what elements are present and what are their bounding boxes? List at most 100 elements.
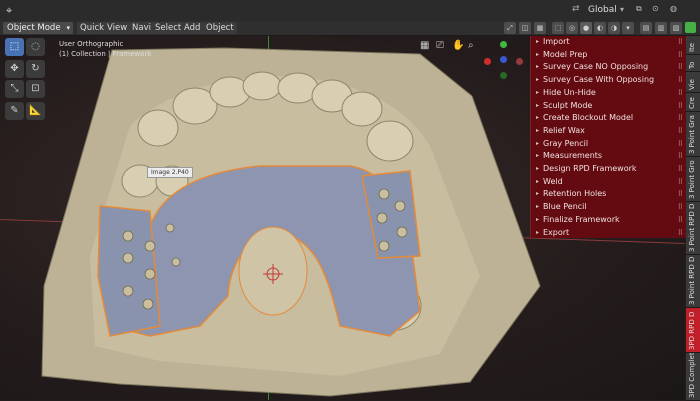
- overlay-icon[interactable]: ◫: [519, 22, 531, 34]
- viewport-gizmo-icon[interactable]: ⤢: [504, 22, 516, 34]
- annotate-tool[interactable]: ✎: [5, 102, 24, 120]
- transform-tool[interactable]: ⊡: [26, 80, 45, 98]
- panel-design-rpd-framework[interactable]: ▸ Design RPD Framework ⠿: [531, 163, 686, 175]
- drag-handle-icon[interactable]: ⠿: [678, 100, 683, 112]
- panel-blue-pencil[interactable]: ▸ Blue Pencil ⠿: [531, 201, 686, 213]
- chevron-right-icon: ▸: [536, 114, 540, 122]
- snap-icon[interactable]: ⧉: [636, 4, 642, 14]
- zoom-icon[interactable]: ⌕: [468, 40, 480, 52]
- drag-handle-icon[interactable]: ⠿: [678, 176, 683, 188]
- panel-gray-pencil[interactable]: ▸ Gray Pencil ⠿: [531, 138, 686, 150]
- transform-orientation-dropdown[interactable]: Global: [588, 5, 617, 15]
- proportional-icon[interactable]: ⊙: [652, 4, 659, 13]
- tab-3-point-rpd-d-2[interactable]: 3 Point RPD D: [686, 255, 700, 308]
- chevron-right-icon: ▸: [536, 152, 540, 160]
- gizmo-toggle-icon[interactable]: ▧: [670, 22, 682, 34]
- panel-label: Survey Case With Opposing: [543, 75, 655, 85]
- rendered-shading-icon[interactable]: ◑: [608, 22, 620, 34]
- panel-hide-unhide[interactable]: ▸ Hide Un-Hide ⠿: [531, 87, 686, 99]
- tab-item[interactable]: Ite: [686, 36, 700, 55]
- chevron-right-icon: ▸: [536, 190, 540, 198]
- xray-icon[interactable]: ▦: [534, 22, 546, 34]
- chevron-right-icon: ▸: [536, 228, 540, 236]
- gizmo-neg-x-dot[interactable]: [516, 58, 523, 65]
- tab-3-point-gro[interactable]: 3 Point Gro: [686, 157, 700, 202]
- pan-hand-icon[interactable]: ✋: [452, 40, 464, 52]
- panel-relief-wax[interactable]: ▸ Relief Wax ⠿: [531, 125, 686, 137]
- menu-add[interactable]: Add: [181, 22, 204, 34]
- tab-label: 3PD RPD D: [688, 311, 696, 350]
- menu-object[interactable]: Object: [203, 22, 237, 34]
- overlay-toggle-icon[interactable]: ▥: [655, 22, 667, 34]
- drag-handle-icon[interactable]: ⠿: [678, 201, 683, 213]
- camera-icon[interactable]: ⬚: [552, 22, 564, 34]
- xray-toggle-icon[interactable]: ▤: [640, 22, 652, 34]
- scale-tool[interactable]: ⤡: [5, 80, 24, 98]
- drag-handle-icon[interactable]: ⠿: [678, 74, 683, 86]
- menu-quick[interactable]: Quick: [77, 22, 108, 34]
- panel-weld[interactable]: ▸ Weld ⠿: [531, 176, 686, 188]
- drag-handle-icon[interactable]: ⠿: [678, 112, 683, 124]
- options-icon[interactable]: ◍: [670, 4, 677, 13]
- mode-dropdown[interactable]: Object Mode ▾: [3, 22, 73, 34]
- grid-icon[interactable]: ▦: [420, 40, 432, 52]
- drag-handle-icon[interactable]: ⠿: [678, 125, 683, 137]
- material-shading-icon[interactable]: ◐: [594, 22, 606, 34]
- wireframe-shading-icon[interactable]: ◎: [566, 22, 578, 34]
- top-toolbar: ⌖ ⇄ Global ▾ ⧉ ⊙ ◍: [0, 0, 700, 21]
- editor-type-icon[interactable]: [685, 22, 696, 33]
- drag-handle-icon[interactable]: ⠿: [678, 214, 683, 226]
- gizmo-x-dot[interactable]: [484, 58, 491, 65]
- menu-view[interactable]: View: [104, 22, 131, 34]
- gizmo-z-dot[interactable]: [500, 56, 507, 63]
- drag-handle-icon[interactable]: ⠿: [678, 227, 683, 239]
- view-name: User Orthographic: [59, 40, 124, 48]
- tab-3pd-complete-an[interactable]: 3PD Complete An: [686, 353, 700, 401]
- tab-3-point-gra[interactable]: 3 Point Gra: [686, 112, 700, 157]
- move-tool[interactable]: ✥: [5, 60, 24, 78]
- drag-handle-icon[interactable]: ⠿: [678, 87, 683, 99]
- measure-tool[interactable]: 📐: [26, 102, 45, 120]
- gizmo-y-dot[interactable]: [500, 41, 507, 48]
- tab-tool[interactable]: To: [686, 55, 700, 72]
- shading-options-icon[interactable]: ▾: [622, 22, 634, 34]
- drag-handle-icon[interactable]: ⠿: [678, 163, 683, 175]
- panel-finalize-framework[interactable]: ▸ Finalize Framework ⠿: [531, 214, 686, 226]
- panel-survey-case-with-opposing[interactable]: ▸ Survey Case With Opposing ⠿: [531, 74, 686, 86]
- panel-label: Import: [543, 37, 570, 46]
- gizmo-neg-y-dot[interactable]: [500, 72, 507, 79]
- panel-retention-holes[interactable]: ▸ Retention Holes ⠿: [531, 188, 686, 200]
- drag-handle-icon[interactable]: ⠿: [678, 36, 683, 48]
- panel-label: Measurements: [543, 151, 603, 161]
- cursor-tool-icon[interactable]: ⌖: [6, 4, 12, 18]
- drag-handle-icon[interactable]: ⠿: [678, 61, 683, 73]
- drag-handle-icon[interactable]: ⠿: [678, 49, 683, 61]
- panel-sculpt-mode[interactable]: ▸ Sculpt Mode ⠿: [531, 100, 686, 112]
- chevron-down-icon: ▾: [620, 5, 625, 14]
- select-box-tool[interactable]: ⬚: [5, 38, 24, 56]
- panel-export[interactable]: ▸ Export ⠿: [531, 227, 686, 239]
- select-circle-tool[interactable]: ◌: [26, 38, 45, 56]
- tab-view[interactable]: Vie: [686, 72, 700, 93]
- panel-label: Survey Case NO Opposing: [543, 62, 649, 72]
- panel-label: Hide Un-Hide: [543, 87, 596, 97]
- menu-navi[interactable]: Navi: [129, 22, 154, 34]
- tab-3pd-rpd-d[interactable]: 3PD RPD D: [686, 308, 700, 353]
- tab-3-point-rpd-d-1[interactable]: 3 Point RPD D: [686, 202, 700, 255]
- orientation-gizmo[interactable]: [482, 38, 526, 82]
- panel-measurements[interactable]: ▸ Measurements ⠿: [531, 150, 686, 162]
- panel-create-blockout-model[interactable]: ▸ Create Blockout Model ⠿: [531, 112, 686, 124]
- panel-label: Relief Wax: [543, 125, 585, 135]
- collection-info: (1) Collection | Framework: [59, 50, 152, 58]
- drag-handle-icon[interactable]: ⠿: [678, 150, 683, 162]
- menu-select[interactable]: Select: [152, 22, 185, 34]
- panel-model-prep[interactable]: ▸ Model Prep ⠿: [531, 49, 686, 61]
- rotate-tool[interactable]: ↻: [26, 60, 45, 78]
- drag-handle-icon[interactable]: ⠿: [678, 138, 683, 150]
- tab-create[interactable]: Cre: [686, 93, 700, 112]
- camera-view-icon[interactable]: ⎚: [436, 40, 448, 52]
- panel-survey-case-no-opposing[interactable]: ▸ Survey Case NO Opposing ⠿: [531, 61, 686, 73]
- solid-shading-icon[interactable]: ●: [580, 22, 592, 34]
- panel-import[interactable]: ▸ Import ⠿: [531, 36, 686, 48]
- drag-handle-icon[interactable]: ⠿: [678, 188, 683, 200]
